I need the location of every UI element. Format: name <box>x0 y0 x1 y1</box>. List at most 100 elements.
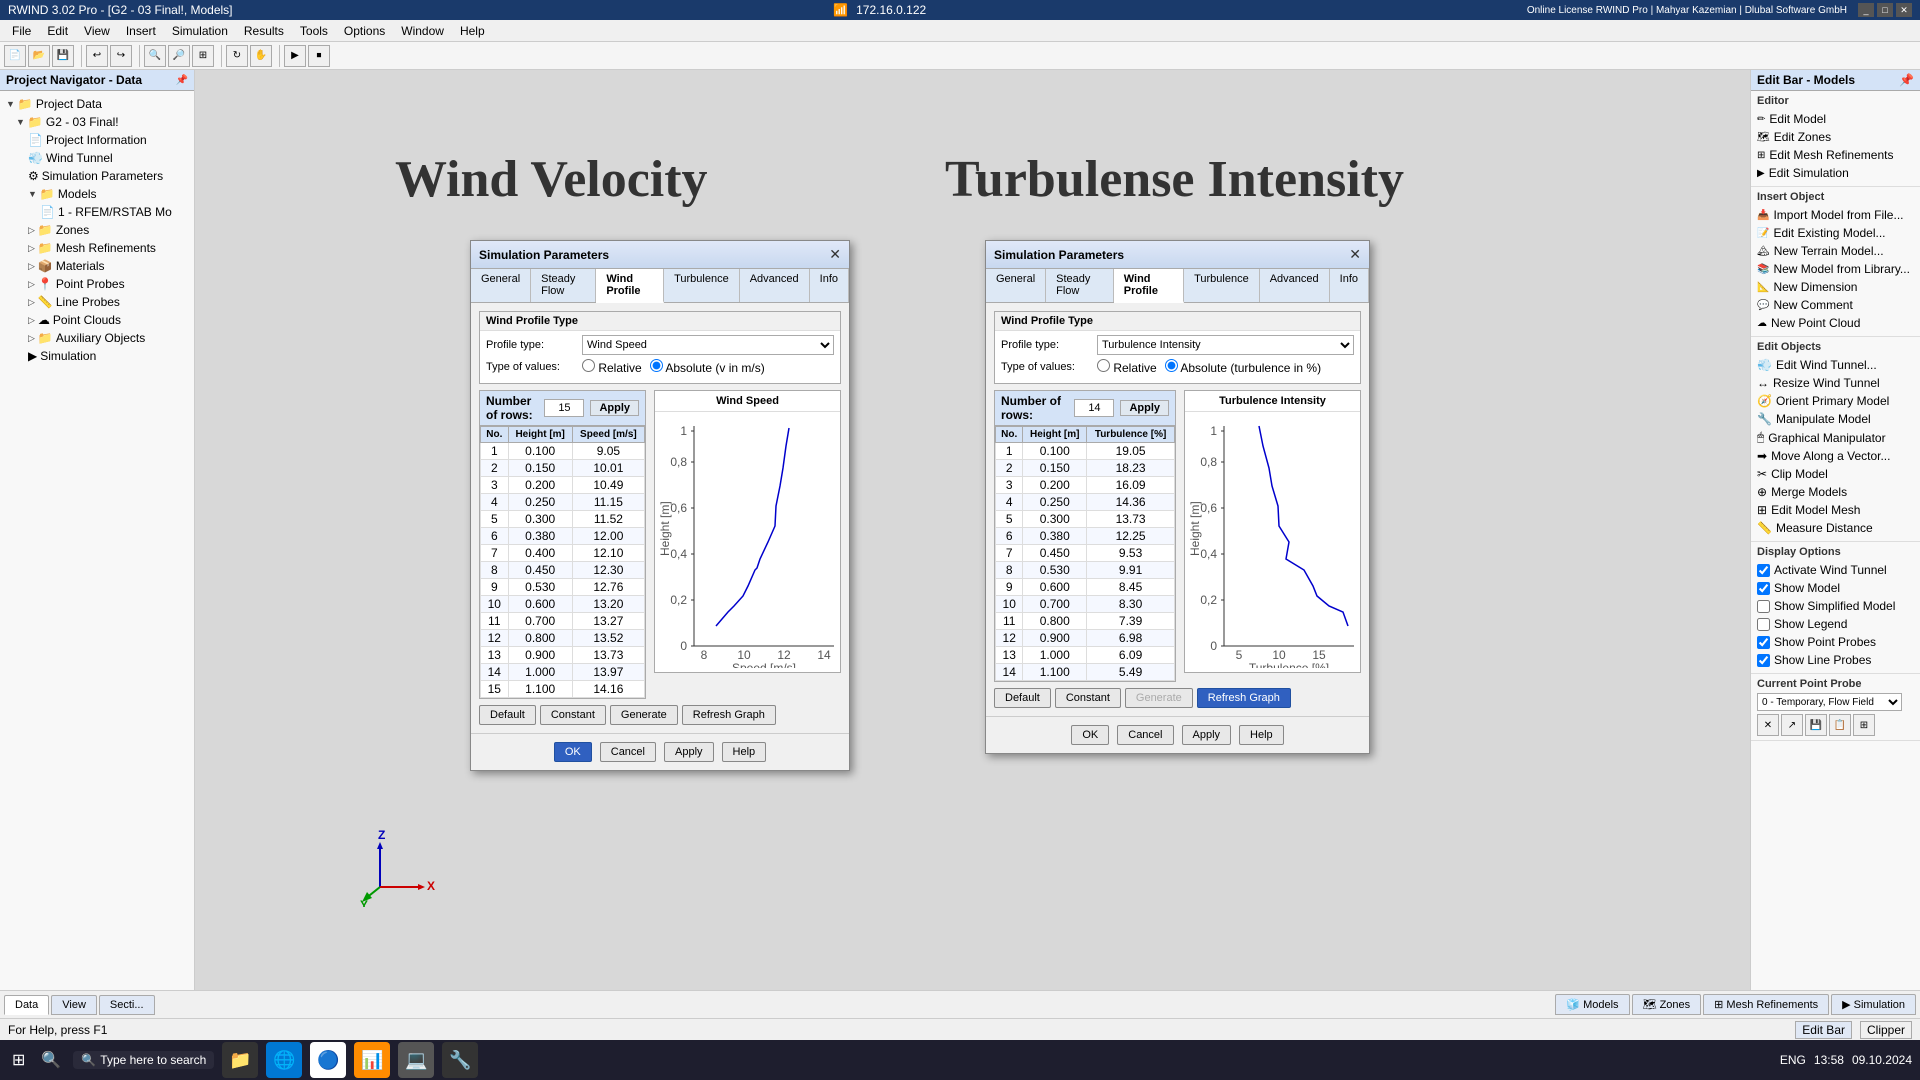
wind-table-cell[interactable]: 0.380 <box>508 528 572 545</box>
taskbar-app3[interactable]: 🔧 <box>442 1042 478 1078</box>
turb-table-cell[interactable]: 3 <box>996 477 1023 494</box>
menu-options[interactable]: Options <box>336 22 393 40</box>
turb-refresh-button[interactable]: Refresh Graph <box>1197 688 1291 708</box>
wind-absolute-radio[interactable] <box>650 359 663 372</box>
turb-table-cell[interactable]: 4 <box>996 494 1023 511</box>
search-box[interactable]: 🔍 Type here to search <box>73 1051 214 1069</box>
turb-table-cell[interactable]: 10 <box>996 596 1023 613</box>
current-probe-select[interactable]: 0 - Temporary, Flow Field <box>1757 693 1902 711</box>
wind-table-cell[interactable]: 0.600 <box>508 596 572 613</box>
turb-table-cell[interactable]: 19.05 <box>1087 443 1175 460</box>
turb-tab-turbulence[interactable]: Turbulence <box>1184 269 1260 302</box>
wind-table-cell[interactable]: 0.400 <box>508 545 572 562</box>
rpanel-edit-model[interactable]: ✏Edit Model <box>1757 110 1914 128</box>
rpanel-import-model[interactable]: 📥Import Model from File... <box>1757 206 1914 224</box>
taskbar-app1[interactable]: 📊 <box>354 1042 390 1078</box>
menu-results[interactable]: Results <box>236 22 292 40</box>
turb-profile-type-select[interactable]: Wind Speed Turbulence Intensity <box>1097 335 1354 355</box>
turb-absolute-label[interactable]: Absolute (turbulence in %) <box>1165 359 1321 375</box>
turb-table-cell[interactable]: 5.49 <box>1087 664 1175 681</box>
rpanel-clip-model[interactable]: ✂Clip Model <box>1757 465 1914 483</box>
turb-table-cell[interactable]: 7 <box>996 545 1023 562</box>
menu-file[interactable]: File <box>4 22 39 40</box>
wind-num-rows-input[interactable] <box>544 399 584 417</box>
pan-button[interactable]: ✋ <box>250 45 272 67</box>
turb-apply-button[interactable]: Apply <box>1182 725 1232 745</box>
search-button[interactable]: 🔍 <box>37 1046 65 1074</box>
turb-tab-steady[interactable]: Steady Flow <box>1046 269 1114 302</box>
maximize-button[interactable]: □ <box>1877 3 1893 17</box>
tab-view[interactable]: View <box>51 995 97 1015</box>
turb-table-cell[interactable]: 8 <box>996 562 1023 579</box>
turb-table-cell[interactable]: 0.380 <box>1023 528 1087 545</box>
wind-table-cell[interactable]: 11.15 <box>572 494 644 511</box>
fit-view[interactable]: ⊞ <box>192 45 214 67</box>
rpanel-new-library[interactable]: 📚New Model from Library... <box>1757 260 1914 278</box>
turb-table-cell[interactable]: 1.100 <box>1023 664 1087 681</box>
tab-models[interactable]: 🧊 Models <box>1555 994 1629 1015</box>
turb-table-cell[interactable]: 14.36 <box>1087 494 1175 511</box>
wind-refresh-button[interactable]: Refresh Graph <box>682 705 776 725</box>
menu-tools[interactable]: Tools <box>292 22 336 40</box>
rpanel-edit-existing[interactable]: 📝Edit Existing Model... <box>1757 224 1914 242</box>
rpanel-edit-mesh[interactable]: ⊞Edit Mesh Refinements <box>1757 146 1914 164</box>
turb-table-cell[interactable]: 6 <box>996 528 1023 545</box>
rpanel-edit-wind-tunnel[interactable]: 💨Edit Wind Tunnel... <box>1757 356 1914 374</box>
wind-table-cell[interactable]: 5 <box>481 511 509 528</box>
turb-table-cell[interactable]: 12.25 <box>1087 528 1175 545</box>
tree-models[interactable]: ▼ 📁 Models <box>4 185 190 203</box>
tree-wind-tunnel[interactable]: 💨 Wind Tunnel <box>4 149 190 167</box>
wind-apply-button[interactable]: Apply <box>664 742 714 762</box>
close-button[interactable]: ✕ <box>1896 3 1912 17</box>
tab-simulation[interactable]: ▶ Simulation <box>1831 994 1916 1015</box>
tree-line-probes[interactable]: ▷ 📏 Line Probes <box>4 293 190 311</box>
turb-cancel-button[interactable]: Cancel <box>1117 725 1173 745</box>
turb-relative-radio[interactable] <box>1097 359 1110 372</box>
turb-table-cell[interactable]: 0.700 <box>1023 596 1087 613</box>
wind-dialog-close[interactable]: ✕ <box>829 246 841 263</box>
wind-table-cell[interactable]: 0.900 <box>508 647 572 664</box>
wind-generate-button[interactable]: Generate <box>610 705 678 725</box>
tree-project-info[interactable]: 📄 Project Information <box>4 131 190 149</box>
rpanel-show-simplified[interactable]: Show Simplified Model <box>1757 597 1914 615</box>
tab-mesh-ref[interactable]: ⊞ Mesh Refinements <box>1703 994 1829 1015</box>
turb-tab-profile[interactable]: Wind Profile <box>1114 269 1184 303</box>
turb-table-cell[interactable]: 11 <box>996 613 1023 630</box>
wind-table-cell[interactable]: 13.52 <box>572 630 644 647</box>
turb-table-cell[interactable]: 0.200 <box>1023 477 1087 494</box>
probe-btn-1[interactable]: ✕ <box>1757 714 1779 736</box>
menu-insert[interactable]: Insert <box>118 22 164 40</box>
probe-btn-2[interactable]: ↗ <box>1781 714 1803 736</box>
turb-table-cell[interactable]: 16.09 <box>1087 477 1175 494</box>
turb-table-cell[interactable]: 0.530 <box>1023 562 1087 579</box>
wind-table-cell[interactable]: 15 <box>481 681 509 698</box>
wind-table-cell[interactable]: 3 <box>481 477 509 494</box>
wind-table-cell[interactable]: 6 <box>481 528 509 545</box>
turb-constant-button[interactable]: Constant <box>1055 688 1121 708</box>
turb-table-cell[interactable]: 0.450 <box>1023 545 1087 562</box>
wind-apply-rows-button[interactable]: Apply <box>590 400 639 416</box>
menu-window[interactable]: Window <box>393 22 452 40</box>
wind-tab-general[interactable]: General <box>471 269 531 302</box>
tree-simulation[interactable]: ▶ Simulation <box>4 347 190 365</box>
tree-zones[interactable]: ▷ 📁 Zones <box>4 221 190 239</box>
wind-tab-info[interactable]: Info <box>810 269 849 302</box>
turb-apply-rows-button[interactable]: Apply <box>1120 400 1169 416</box>
rpanel-edit-simulation[interactable]: ▶Edit Simulation <box>1757 164 1914 182</box>
wind-table-cell[interactable]: 0.450 <box>508 562 572 579</box>
new-button[interactable]: 📄 <box>4 45 26 67</box>
tree-rfem-model[interactable]: 📄 1 - RFEM/RSTAB Mo <box>4 203 190 221</box>
menu-help[interactable]: Help <box>452 22 493 40</box>
rpanel-new-terrain[interactable]: 🏔New Terrain Model... <box>1757 242 1914 260</box>
taskbar-explorer[interactable]: 📁 <box>222 1042 258 1078</box>
turb-table-cell[interactable]: 13 <box>996 647 1023 664</box>
turb-table-cell[interactable]: 0.100 <box>1023 443 1087 460</box>
turb-table-cell[interactable]: 0.250 <box>1023 494 1087 511</box>
turb-table-cell[interactable]: 2 <box>996 460 1023 477</box>
tree-project-data[interactable]: ▼ 📁 Project Data <box>4 95 190 113</box>
wind-table-cell[interactable]: 13.20 <box>572 596 644 613</box>
probe-btn-3[interactable]: 💾 <box>1805 714 1827 736</box>
wind-table-cell[interactable]: 1.100 <box>508 681 572 698</box>
wind-table-cell[interactable]: 9.05 <box>572 443 644 460</box>
menu-simulation[interactable]: Simulation <box>164 22 236 40</box>
